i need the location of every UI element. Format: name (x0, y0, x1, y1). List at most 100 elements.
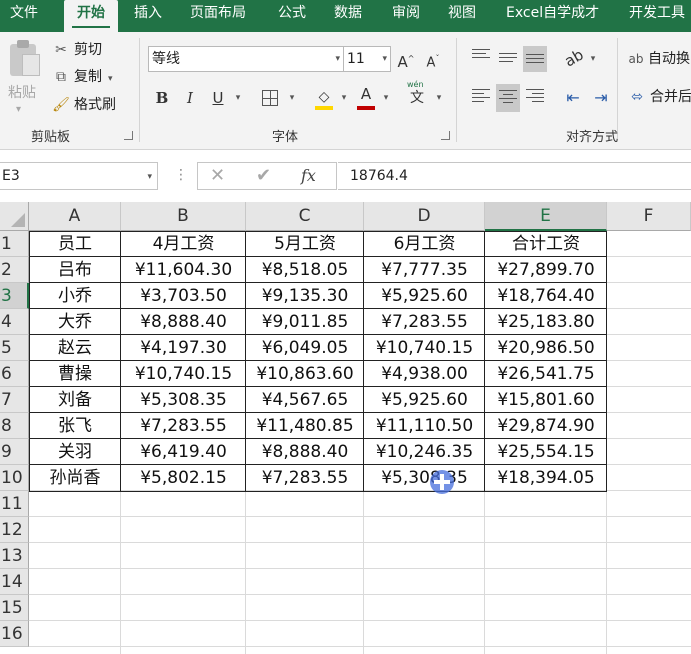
merge-center-button[interactable]: ⬄ 合并后 (628, 86, 691, 108)
row-header-8[interactable]: 8 (0, 413, 29, 439)
table-cell-c4[interactable]: ¥9,011.85 (246, 309, 364, 335)
tab-file[interactable]: 文件 (10, 0, 38, 32)
wrap-text-button[interactable]: ab 自动换 (628, 48, 691, 70)
table-cell-b10[interactable]: ¥5,802.15 (121, 465, 246, 491)
row-header-13[interactable]: 13 (0, 543, 29, 569)
table-cell-e9[interactable]: ¥25,554.15 (485, 439, 607, 465)
table-cell-c8[interactable]: ¥11,480.85 (246, 413, 364, 439)
table-cell-e8[interactable]: ¥29,874.90 (485, 413, 607, 439)
table-cell-d10[interactable]: ¥5,308.35 (364, 465, 485, 491)
row-header-1[interactable]: 1 (0, 231, 29, 257)
table-cell-c10[interactable]: ¥7,283.55 (246, 465, 364, 491)
table-cell-c7[interactable]: ¥4,567.65 (246, 387, 364, 413)
row-header-6[interactable]: 6 (0, 361, 29, 387)
row-header-12[interactable]: 12 (0, 517, 29, 543)
align-left-button[interactable] (469, 86, 493, 108)
insert-function-icon[interactable]: fx (301, 163, 316, 189)
font-name-box[interactable]: 等线 ▾ (148, 46, 344, 72)
tab-developer[interactable]: 开发工具 (629, 0, 685, 32)
tab-insert[interactable]: 插入 (134, 0, 162, 32)
table-cell-c3[interactable]: ¥9,135.30 (246, 283, 364, 309)
cut-button[interactable]: ✂ 剪切 (52, 39, 102, 61)
table-cell-d3[interactable]: ¥5,925.60 (364, 283, 485, 309)
font-color-button[interactable]: A (354, 82, 378, 110)
top-align-button[interactable] (469, 46, 493, 68)
table-cell-b3[interactable]: ¥3,703.50 (121, 283, 246, 309)
table-cell-b9[interactable]: ¥6,419.40 (121, 439, 246, 465)
table-cell-c6[interactable]: ¥10,863.60 (246, 361, 364, 387)
align-right-button[interactable] (523, 86, 547, 108)
phonetic-guide-button[interactable]: wén 文 (404, 80, 430, 112)
align-center-button[interactable] (496, 84, 520, 112)
decrease-indent-icon[interactable]: ⇤ (562, 86, 584, 110)
table-header-cell[interactable]: 4月工资 (121, 231, 246, 257)
enter-icon[interactable]: ✔ (256, 163, 271, 189)
worksheet-grid[interactable]: A B C D E F 1 2 3 4 5 6 7 8 9 10 11 12 13 14 15 16 员工 4月… (0, 202, 691, 654)
font-name-dropdown-icon[interactable]: ▾ (335, 47, 340, 71)
select-all-button[interactable] (0, 202, 29, 231)
phonetic-dropdown-icon[interactable]: ▾ (433, 86, 445, 110)
row-header-2[interactable]: 2 (0, 257, 29, 283)
table-cell-b5[interactable]: ¥4,197.30 (121, 335, 246, 361)
row-header-7[interactable]: 7 (0, 387, 29, 413)
table-cell-e4[interactable]: ¥25,183.80 (485, 309, 607, 335)
copy-button[interactable]: ⧉ 复制 ▾ (52, 66, 113, 88)
increase-indent-icon[interactable]: ⇥ (590, 86, 612, 110)
table-cell-b2[interactable]: ¥11,604.30 (121, 257, 246, 283)
row-header-5[interactable]: 5 (0, 335, 29, 361)
tab-formulas[interactable]: 公式 (278, 0, 306, 32)
table-cell-a9[interactable]: 关羽 (29, 439, 121, 465)
borders-button[interactable] (258, 86, 282, 110)
table-cell-e10[interactable]: ¥18,394.05 (485, 465, 607, 491)
row-header-14[interactable]: 14 (0, 569, 29, 595)
table-cell-e3[interactable]: ¥18,764.40 (485, 283, 607, 309)
table-header-cell[interactable]: 6月工资 (364, 231, 485, 257)
column-header-d[interactable]: D (364, 202, 485, 231)
fill-color-button[interactable]: ◇ (312, 84, 336, 110)
underline-button[interactable]: U (206, 86, 230, 110)
table-cell-b6[interactable]: ¥10,740.15 (121, 361, 246, 387)
table-cell-a6[interactable]: 曹操 (29, 361, 121, 387)
bold-button[interactable]: B (150, 86, 174, 110)
tab-home[interactable]: 开始 (64, 0, 118, 33)
table-cell-d4[interactable]: ¥7,283.55 (364, 309, 485, 335)
tab-review[interactable]: 审阅 (392, 0, 420, 32)
column-header-a[interactable]: A (29, 202, 121, 231)
table-cell-c9[interactable]: ¥8,888.40 (246, 439, 364, 465)
table-cell-d6[interactable]: ¥4,938.00 (364, 361, 485, 387)
table-cell-b4[interactable]: ¥8,888.40 (121, 309, 246, 335)
table-header-cell[interactable]: 合计工资 (485, 231, 607, 257)
table-header-cell[interactable]: 5月工资 (246, 231, 364, 257)
tab-excel-self-study[interactable]: Excel自学成才 (506, 0, 599, 32)
row-header-4[interactable]: 4 (0, 309, 29, 335)
orientation-icon[interactable]: ab (558, 42, 591, 75)
table-cell-e7[interactable]: ¥15,801.60 (485, 387, 607, 413)
column-header-f[interactable]: F (607, 202, 691, 231)
table-cell-d2[interactable]: ¥7,777.35 (364, 257, 485, 283)
table-header-cell[interactable]: 员工 (29, 231, 121, 257)
formula-input[interactable]: 18764.4 (338, 162, 691, 190)
grow-font-button[interactable]: A^ (396, 47, 416, 71)
font-size-box[interactable]: 11 ▾ (343, 46, 391, 72)
name-box[interactable]: E3 ▾ (0, 162, 158, 190)
name-box-dropdown-icon[interactable]: ▾ (147, 164, 152, 190)
table-cell-a2[interactable]: 吕布 (29, 257, 121, 283)
table-cell-a10[interactable]: 孙尚香 (29, 465, 121, 491)
tab-view[interactable]: 视图 (448, 0, 476, 32)
bottom-align-button[interactable] (523, 46, 547, 72)
table-cell-d8[interactable]: ¥11,110.50 (364, 413, 485, 439)
table-cell-c2[interactable]: ¥8,518.05 (246, 257, 364, 283)
font-dialog-launcher[interactable] (441, 131, 450, 140)
italic-button[interactable]: I (178, 86, 202, 110)
middle-align-button[interactable] (496, 50, 520, 72)
table-cell-b8[interactable]: ¥7,283.55 (121, 413, 246, 439)
format-painter-button[interactable]: 🖌 格式刷 (52, 94, 116, 116)
row-header-3[interactable]: 3 (0, 283, 29, 309)
orientation-dropdown-icon[interactable]: ▾ (588, 47, 598, 71)
column-header-c[interactable]: C (246, 202, 364, 231)
fill-color-dropdown-icon[interactable]: ▾ (338, 86, 350, 110)
row-header-11[interactable]: 11 (0, 491, 29, 517)
paste-button[interactable]: 粘贴 ▾ (0, 32, 46, 120)
row-header-9[interactable]: 9 (0, 439, 29, 465)
formula-bar-resize-handle[interactable]: ⋮ (174, 165, 188, 185)
